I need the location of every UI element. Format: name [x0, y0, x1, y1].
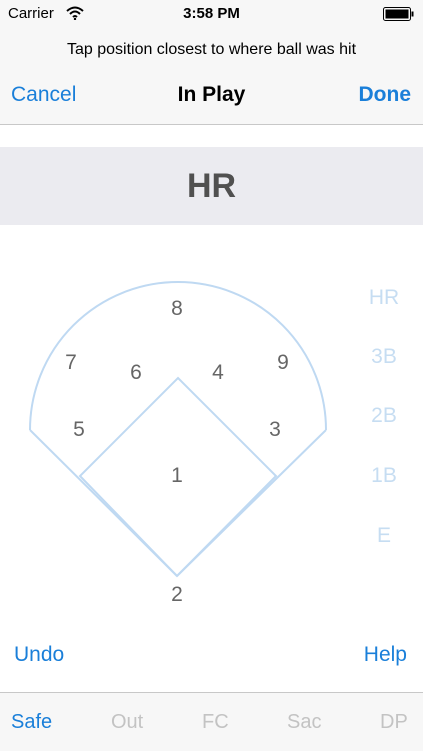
position-1-pitcher[interactable]: 1: [162, 464, 192, 488]
undo-button[interactable]: Undo: [14, 643, 64, 667]
option-3b[interactable]: 3B: [360, 345, 408, 369]
status-bar: Carrier 3:58 PM: [0, 0, 423, 28]
position-2-catcher[interactable]: 2: [162, 583, 192, 607]
option-hr[interactable]: HR: [360, 286, 408, 310]
position-3-first-base[interactable]: 3: [260, 418, 290, 442]
outcome-tab-bar: Safe Out FC Sac DP: [0, 692, 423, 751]
tab-dp[interactable]: DP: [380, 711, 408, 734]
baseball-field-diagram[interactable]: [0, 270, 423, 630]
position-7-left-field[interactable]: 7: [56, 351, 86, 375]
option-e[interactable]: E: [360, 524, 408, 548]
position-8-center-field[interactable]: 8: [162, 297, 192, 321]
tab-fc[interactable]: FC: [202, 711, 229, 734]
tab-out[interactable]: Out: [111, 711, 143, 734]
result-banner: HR: [0, 147, 423, 225]
option-2b[interactable]: 2B: [360, 404, 408, 428]
navigation-bar: Cancel In Play Done: [0, 68, 423, 125]
battery-icon: [383, 7, 415, 26]
help-button[interactable]: Help: [364, 643, 407, 667]
done-button[interactable]: Done: [359, 83, 412, 107]
status-time: 3:58 PM: [183, 5, 240, 22]
instruction-prompt: Tap position closest to where ball was h…: [0, 28, 423, 68]
tab-sac[interactable]: Sac: [287, 711, 321, 734]
position-9-right-field[interactable]: 9: [268, 351, 298, 375]
tab-safe[interactable]: Safe: [11, 711, 52, 734]
position-5-third-base[interactable]: 5: [64, 418, 94, 442]
position-4-second-base[interactable]: 4: [203, 361, 233, 385]
position-6-shortstop[interactable]: 6: [121, 361, 151, 385]
option-1b[interactable]: 1B: [360, 464, 408, 488]
